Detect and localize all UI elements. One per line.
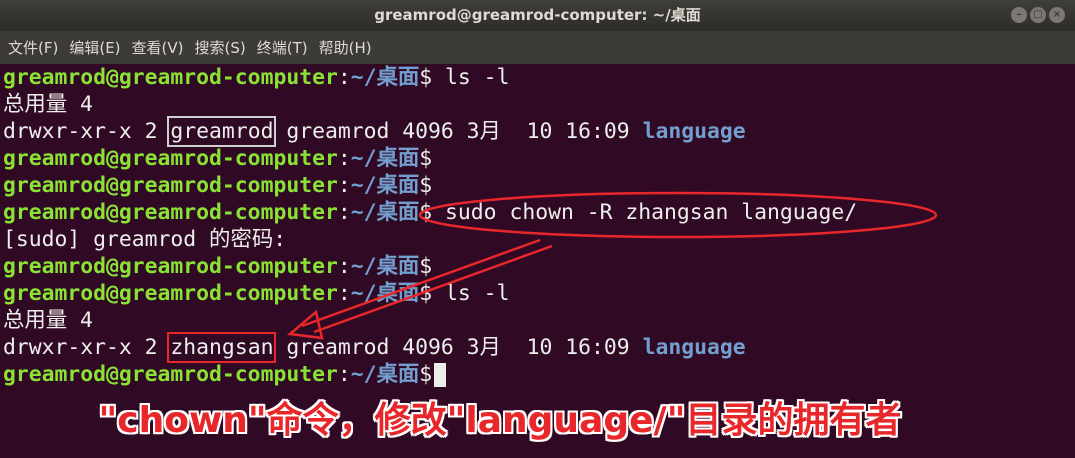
annotation-arrow-line xyxy=(313,244,553,334)
annotation-arrow-line xyxy=(301,238,541,328)
command-highlight-ellipse xyxy=(418,191,938,239)
annotation-caption: "chown"命令，修改"language/"目录的拥有者 xyxy=(98,400,902,441)
annotation-overlay xyxy=(287,191,938,340)
